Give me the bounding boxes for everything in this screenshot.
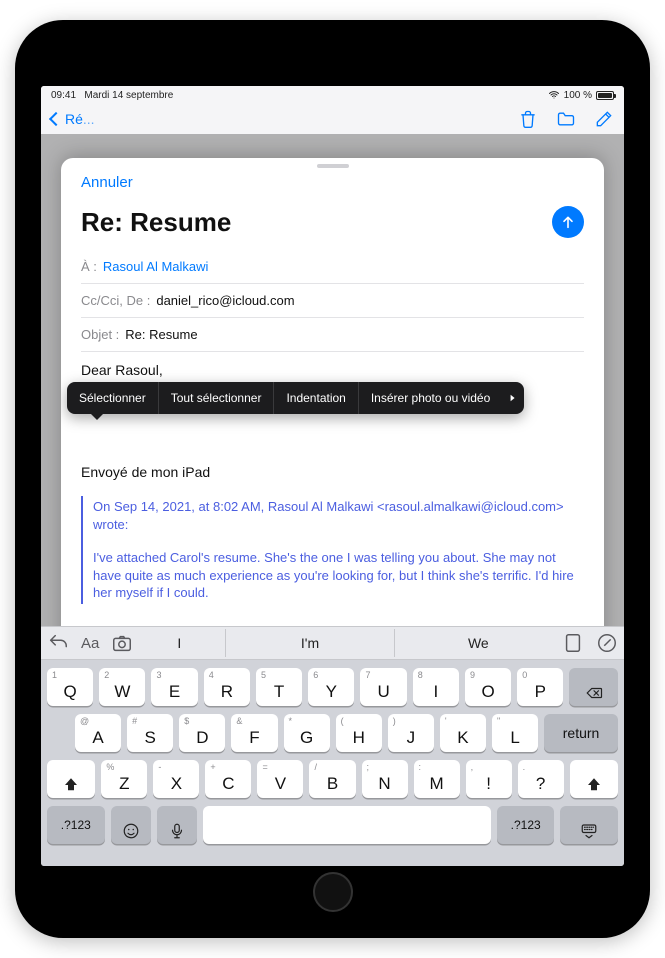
key-M[interactable]: :M — [414, 760, 460, 798]
compose-title: Re: Resume — [81, 207, 231, 238]
email-body[interactable]: Dear Rasoul, Sélectionner Tout sélection… — [81, 352, 584, 604]
kb-row-2: @A#S$D&F*G(H)J'K"Lreturn — [47, 714, 618, 752]
document-scan-icon[interactable] — [562, 632, 584, 654]
key-dictation[interactable] — [157, 806, 197, 844]
key-J[interactable]: )J — [388, 714, 434, 752]
key-Q[interactable]: 1Q — [47, 668, 93, 706]
status-time-date: 09:41 Mardi 14 septembre — [51, 90, 173, 101]
key-backspace[interactable] — [569, 668, 618, 706]
send-button[interactable] — [552, 206, 584, 238]
compose-icon[interactable] — [594, 109, 614, 129]
key-K[interactable]: 'K — [440, 714, 486, 752]
key-N[interactable]: ;N — [362, 760, 408, 798]
cc-label: Cc/Cci, De : — [81, 293, 150, 308]
key-shift-left[interactable] — [47, 760, 95, 798]
key-Z[interactable]: %Z — [101, 760, 147, 798]
ctx-indent[interactable]: Indentation — [274, 382, 358, 414]
status-bar: 09:41 Mardi 14 septembre 100 % — [41, 86, 624, 104]
key-emoji[interactable] — [111, 806, 151, 844]
key-R[interactable]: 4R — [204, 668, 250, 706]
mail-background-toolbar: Ré... — [41, 104, 624, 134]
key-shift-right[interactable] — [570, 760, 618, 798]
cancel-button[interactable]: Annuler — [81, 174, 133, 191]
to-recipient[interactable]: Rasoul Al Malkawi — [103, 259, 209, 274]
onscreen-keyboard: Aa I I'm We 1Q — [41, 626, 624, 866]
kb-row-3: %Z-X+C=V/B;N:M,!.? — [47, 760, 618, 798]
key-H[interactable]: (H — [336, 714, 382, 752]
key-U[interactable]: 7U — [360, 668, 406, 706]
subject-value[interactable]: Re: Resume — [125, 327, 197, 342]
sheet-grabber[interactable] — [61, 158, 604, 174]
undo-icon[interactable] — [47, 632, 69, 654]
status-time: 09:41 — [51, 90, 76, 101]
wifi-icon — [548, 89, 560, 101]
back-label[interactable]: Ré... — [65, 111, 95, 127]
key-X[interactable]: -X — [153, 760, 199, 798]
markup-icon[interactable] — [596, 632, 618, 654]
key-V[interactable]: =V — [257, 760, 303, 798]
key-F[interactable]: &F — [231, 714, 277, 752]
ctx-select[interactable]: Sélectionner — [67, 382, 159, 414]
key-D[interactable]: $D — [179, 714, 225, 752]
key-A[interactable]: @A — [75, 714, 121, 752]
suggestion-3[interactable]: We — [394, 629, 562, 657]
key-W[interactable]: 2W — [99, 668, 145, 706]
suggestion-2[interactable]: I'm — [225, 629, 393, 657]
quote-attribution: On Sep 14, 2021, at 8:02 AM, Rasoul Al M… — [93, 498, 584, 533]
key-numsym-right[interactable]: .?123 — [497, 806, 555, 844]
text-context-menu: Sélectionner Tout sélectionner Indentati… — [67, 382, 524, 414]
key-![interactable]: ,! — [466, 760, 512, 798]
key-I[interactable]: 8I — [413, 668, 459, 706]
ctx-insert-media[interactable]: Insérer photo ou vidéo — [359, 382, 502, 414]
from-address: daniel_rico@icloud.com — [156, 293, 294, 308]
key-O[interactable]: 9O — [465, 668, 511, 706]
battery-label: 100 % — [564, 90, 592, 101]
subject-label: Objet : — [81, 327, 119, 342]
text-format-button[interactable]: Aa — [81, 635, 99, 652]
battery-icon — [596, 91, 614, 100]
key-?[interactable]: .? — [518, 760, 564, 798]
home-button[interactable] — [313, 872, 353, 912]
key-C[interactable]: +C — [205, 760, 251, 798]
key-G[interactable]: *G — [284, 714, 330, 752]
suggestion-1[interactable]: I — [133, 629, 225, 657]
camera-icon[interactable] — [111, 632, 133, 654]
back-chevron-icon[interactable] — [49, 112, 63, 126]
body-greeting: Dear Rasoul, — [81, 362, 584, 378]
signature: Envoyé de mon iPad — [81, 464, 584, 480]
key-return[interactable]: return — [544, 714, 618, 752]
kb-row-4: .?123 .?123 — [47, 806, 618, 844]
key-E[interactable]: 3E — [151, 668, 197, 706]
subject-field-row[interactable]: Objet : Re: Resume — [81, 318, 584, 352]
key-numsym-left[interactable]: .?123 — [47, 806, 105, 844]
key-S[interactable]: #S — [127, 714, 173, 752]
key-space[interactable] — [203, 806, 491, 844]
ctx-select-all[interactable]: Tout sélectionner — [159, 382, 275, 414]
cc-field-row[interactable]: Cc/Cci, De : daniel_rico@icloud.com — [81, 284, 584, 318]
kb-row-1: 1Q2W3E4R5T6Y7U8I9O0P — [47, 668, 618, 706]
key-P[interactable]: 0P — [517, 668, 563, 706]
ctx-more-arrow[interactable] — [502, 382, 524, 414]
arrow-up-icon — [560, 214, 576, 230]
to-label: À : — [81, 259, 97, 274]
move-folder-icon[interactable] — [556, 109, 576, 129]
key-L[interactable]: "L — [492, 714, 538, 752]
quote-body: I've attached Carol's resume. She's the … — [93, 549, 584, 602]
key-hide-keyboard[interactable] — [560, 806, 618, 844]
status-date: Mardi 14 septembre — [84, 90, 173, 101]
key-B[interactable]: /B — [309, 760, 355, 798]
to-field-row[interactable]: À : Rasoul Al Malkawi — [81, 250, 584, 284]
trash-icon[interactable] — [518, 109, 538, 129]
key-T[interactable]: 5T — [256, 668, 302, 706]
quoted-reply: On Sep 14, 2021, at 8:02 AM, Rasoul Al M… — [81, 496, 584, 604]
key-Y[interactable]: 6Y — [308, 668, 354, 706]
